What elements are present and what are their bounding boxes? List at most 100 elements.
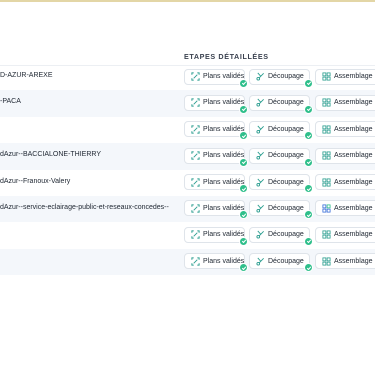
scissors-icon [256, 98, 265, 107]
check-circle-icon [304, 157, 313, 167]
scissors-icon [256, 125, 265, 134]
assemblage-button[interactable]: Assemblage [315, 226, 375, 243]
plans-icon [191, 98, 200, 107]
table-body: D-AZUR-AREXE Plans validés Découpage Assemb… [0, 64, 375, 276]
plans-icon [191, 230, 200, 239]
decoupage-button[interactable]: Découpage [249, 121, 313, 141]
plans-icon [191, 72, 200, 81]
plans-valides-button-label: Plans validés [203, 73, 245, 80]
assemblage-button-label: Assemblage [334, 73, 373, 80]
decoupage-button[interactable]: Découpage [249, 174, 313, 194]
table-row: dAzur--service-eclairage-public-et-resea… [0, 195, 375, 223]
plans-valides-button-label: Plans validés [203, 99, 245, 107]
check-circle-icon [304, 131, 313, 141]
check-circle-icon [304, 210, 313, 220]
scissors-icon [256, 178, 265, 187]
decoupage-button[interactable]: Découpage [249, 200, 313, 220]
assemblage-button-label: Assemblage [334, 231, 373, 239]
plans-valides-button[interactable]: Plans validés [184, 174, 248, 194]
check-circle-icon [304, 78, 313, 88]
table-row: D-AZUR-AREXE Plans validés Découpage Assemb… [0, 64, 375, 90]
assemblage-button[interactable]: Assemblage [315, 200, 375, 217]
decoupage-button-label: Découpage [268, 125, 304, 133]
row-project-name: D-AZUR-AREXE [0, 72, 53, 79]
plans-icon [191, 125, 200, 134]
plans-valides-button-label: Plans validés [203, 257, 245, 265]
plans-valides-button[interactable]: Plans validés [184, 253, 248, 273]
plans-valides-button-label: Plans validés [203, 204, 245, 212]
assemblage-button[interactable]: Assemblage [315, 147, 375, 164]
check-circle-icon [239, 263, 248, 273]
decoupage-button-label: Découpage [268, 204, 304, 212]
table-row: -PACA Plans validés Découpage Assemblage [0, 90, 375, 117]
plans-valides-button-label: Plans validés [203, 152, 245, 160]
plans-valides-button-label: Plans validés [203, 125, 245, 133]
plans-valides-button-label: Plans validés [203, 178, 245, 186]
decoupage-button-label: Découpage [268, 257, 304, 265]
decoupage-button[interactable]: Découpage [249, 147, 313, 167]
grid-check-icon [322, 125, 331, 134]
table-row: dAzur--Franoux-Valery Plans validés Découp… [0, 170, 375, 196]
assemblage-button[interactable]: Assemblage [315, 253, 375, 270]
check-circle-icon [239, 184, 248, 194]
scissors-icon [256, 204, 265, 213]
row-project-name: -PACA [0, 98, 21, 106]
grid-check-icon [322, 72, 331, 81]
row-project-name: dAzur--service-eclairage-public-et-resea… [0, 203, 169, 211]
scissors-icon [256, 151, 265, 160]
decoupage-button-label: Découpage [268, 231, 304, 239]
grid-check-icon [322, 257, 331, 266]
check-circle-icon [239, 78, 248, 88]
assemblage-button[interactable]: Assemblage [315, 94, 375, 111]
plans-valides-button[interactable]: Plans validés [184, 68, 248, 88]
assemblage-button-label: Assemblage [334, 178, 373, 186]
decoupage-button[interactable]: Découpage [249, 226, 313, 246]
check-circle-icon [239, 131, 248, 141]
plans-valides-button[interactable]: Plans validés [184, 200, 248, 220]
grid-check-icon [322, 230, 331, 239]
assemblage-button[interactable]: Assemblage [315, 68, 375, 85]
check-circle-icon [239, 236, 248, 246]
assemblage-button-label: Assemblage [334, 257, 373, 265]
decoupage-button-label: Découpage [268, 178, 304, 186]
check-circle-icon [304, 184, 313, 194]
row-project-name: dAzur--Franoux-Valery [0, 177, 71, 185]
row-project-name: dAzur--BACCIALONE-THIERRY [0, 151, 102, 159]
plans-icon [191, 151, 200, 160]
plans-icon [191, 257, 200, 266]
decoupage-button-label: Découpage [268, 73, 304, 80]
grid-blue-icon [322, 204, 331, 213]
grid-check-icon [322, 98, 331, 107]
check-circle-icon [304, 236, 313, 246]
check-circle-icon [304, 263, 313, 273]
scissors-icon [256, 257, 265, 266]
decoupage-button[interactable]: Découpage [249, 94, 313, 114]
plans-valides-button[interactable]: Plans validés [184, 94, 248, 114]
plans-valides-button[interactable]: Plans validés [184, 121, 248, 141]
decoupage-button-label: Découpage [268, 152, 304, 160]
assemblage-button-label: Assemblage [334, 99, 373, 107]
check-circle-icon [239, 104, 248, 114]
assemblage-button-label: Assemblage [334, 204, 373, 212]
plans-valides-button[interactable]: Plans validés [184, 226, 248, 246]
plans-valides-button[interactable]: Plans validés [184, 147, 248, 167]
table-row: Plans validés Découpage Assemblage [0, 117, 375, 143]
table-row: Plans validés Découpage Assemblage [0, 222, 375, 248]
decoupage-button-label: Découpage [268, 99, 304, 107]
assemblage-button-label: Assemblage [334, 152, 373, 160]
plans-icon [191, 177, 200, 187]
table-row: dAzur--BACCIALONE-THIERRY Plans validés Dé… [0, 143, 375, 170]
check-circle-icon [304, 104, 313, 114]
scissors-icon [256, 230, 265, 239]
table-row: Plans validés Découpage Assemblage [0, 248, 375, 276]
grid-check-icon [322, 178, 331, 187]
decoupage-button[interactable]: Découpage [249, 68, 313, 88]
assemblage-button[interactable]: Assemblage [315, 121, 375, 138]
assemblage-button[interactable]: Assemblage [315, 174, 375, 191]
plans-valides-button-label: Plans validés [203, 231, 245, 239]
top-accent-rule [0, 0, 375, 2]
grid-check-icon [322, 151, 331, 160]
scissors-icon [256, 72, 265, 81]
decoupage-button[interactable]: Découpage [249, 253, 313, 273]
steps-column-header: ETAPES DÉTAILLÉES [184, 52, 269, 61]
